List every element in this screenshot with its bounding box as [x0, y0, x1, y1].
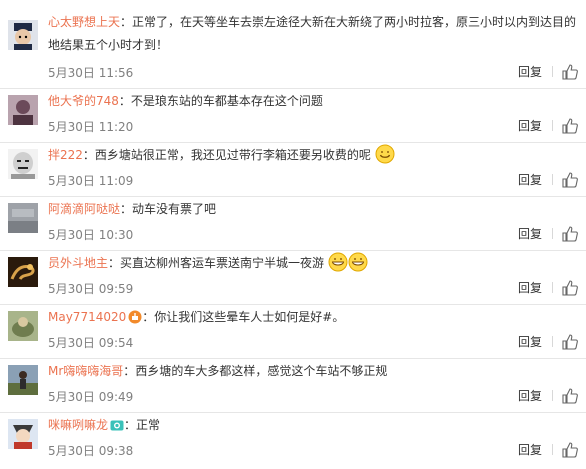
like-icon[interactable]	[562, 333, 578, 350]
comment-text: 你让我们这些晕车人士如何是好#。	[154, 310, 345, 324]
comment-item: 拌222：西乡塘站很正常，我还见过带行李箱还要另收费的呢 5月30日 11:09…	[0, 143, 586, 197]
reply-button[interactable]: 回复	[518, 63, 542, 80]
comment-time: 5月30日 10:30	[48, 228, 134, 242]
comment-item: 他大爷的748：不是琅东站的车都基本存在这个问题 5月30日 11:20 回复	[0, 89, 586, 143]
comment-text: 不是琅东站的车都基本存在这个问题	[130, 94, 323, 108]
comment-body: May7714020 ：你让我们这些晕车人士如何是好#。	[48, 310, 345, 324]
comment-text: 正常	[136, 418, 161, 432]
orange-badge-icon[interactable]	[128, 310, 142, 324]
username-link[interactable]: 他大爷的748	[48, 94, 119, 108]
reply-button[interactable]: 回复	[518, 279, 542, 296]
reply-button[interactable]: 回复	[518, 441, 542, 458]
username-link[interactable]: Mr嗨嗨嗨海哥	[48, 364, 123, 378]
comment-item: 员外斗地主：买直达柳州客运车票送南宁半城一夜游 5月30日 09:59 回复	[0, 251, 586, 305]
comment-item: 阿滴滴阿哒哒：动车没有票了吧 5月30日 10:30 回复	[0, 197, 586, 251]
comment-time: 5月30日 11:09	[48, 174, 134, 188]
like-icon[interactable]	[562, 279, 578, 296]
like-icon[interactable]	[562, 441, 578, 458]
comment-body: 员外斗地主：买直达柳州客运车票送南宁半城一夜游	[48, 252, 578, 275]
user-avatar[interactable]	[8, 365, 38, 395]
user-avatar[interactable]	[8, 419, 38, 449]
user-avatar[interactable]	[8, 257, 38, 287]
divider	[552, 336, 553, 347]
comment-actions: 回复	[518, 441, 578, 458]
divider	[552, 174, 553, 185]
comment-time: 5月30日 11:56	[48, 66, 134, 80]
username-link[interactable]: 阿滴滴阿哒哒	[48, 202, 120, 216]
comment-actions: 回复	[518, 63, 578, 80]
comment-body: 心太野想上天：正常了，在天等坐车去崇左途径大新在大新绕了两小时拉客，原三小时以内…	[48, 15, 577, 52]
username-link[interactable]: 咪嘛咧嘛龙	[48, 418, 108, 432]
divider	[552, 444, 553, 455]
like-icon[interactable]	[562, 63, 578, 80]
comment-body: 阿滴滴阿哒哒：动车没有票了吧	[48, 202, 217, 216]
grin-emoji-icon	[328, 252, 348, 272]
divider	[552, 282, 553, 293]
comment-time: 5月30日 09:38	[48, 444, 134, 458]
user-avatar[interactable]	[8, 149, 38, 179]
divider	[552, 390, 553, 401]
comment-time: 5月30日 11:20	[48, 120, 134, 134]
comment-text: 动车没有票了吧	[132, 202, 217, 216]
comment-item: Mr嗨嗨嗨海哥：西乡塘的车大多都这样，感觉这个车站不够正规 5月30日 09:4…	[0, 359, 586, 413]
comment-actions: 回复	[518, 387, 578, 404]
comment-actions: 回复	[518, 279, 578, 296]
comment-actions: 回复	[518, 117, 578, 134]
comment-item: 咪嘛咧嘛龙 ：正常 5月30日 09:38 回复	[0, 413, 586, 469]
user-avatar[interactable]	[8, 311, 38, 341]
comment-list: 心太野想上天：正常了，在天等坐车去崇左途径大新在大新绕了两小时拉客，原三小时以内…	[0, 0, 586, 469]
comment-time: 5月30日 09:59	[48, 282, 134, 296]
like-icon[interactable]	[562, 171, 578, 188]
like-icon[interactable]	[562, 117, 578, 134]
username-link[interactable]: 拌222	[48, 148, 83, 162]
divider	[552, 228, 553, 239]
comment-text: 买直达柳州客运车票送南宁半城一夜游	[120, 256, 325, 270]
comment-body: 他大爷的748：不是琅东站的车都基本存在这个问题	[48, 94, 323, 108]
like-icon[interactable]	[562, 225, 578, 242]
comment-item: May7714020 ：你让我们这些晕车人士如何是好#。 5月30日 09:54 …	[0, 305, 586, 359]
reply-button[interactable]: 回复	[518, 117, 542, 134]
comment-actions: 回复	[518, 333, 578, 350]
comment-actions: 回复	[518, 171, 578, 188]
comment-text: 西乡塘站很正常，我还见过带行李箱还要另收费的呢	[94, 148, 371, 162]
username-link[interactable]: 员外斗地主	[48, 256, 108, 270]
comment-body: Mr嗨嗨嗨海哥：西乡塘的车大多都这样，感觉这个车站不够正规	[48, 364, 388, 378]
comment-time: 5月30日 09:54	[48, 336, 134, 350]
reply-button[interactable]: 回复	[518, 333, 542, 350]
smile-emoji-icon	[375, 144, 395, 164]
user-avatar[interactable]	[8, 203, 38, 233]
user-avatar[interactable]	[8, 95, 38, 125]
grin-emoji-icon	[348, 252, 368, 272]
username-link[interactable]: 心太野想上天	[48, 15, 120, 29]
comment-body: 拌222：西乡塘站很正常，我还见过带行李箱还要另收费的呢	[48, 144, 578, 167]
user-avatar[interactable]	[8, 20, 38, 50]
comment-text: 西乡塘的车大多都这样，感觉这个车站不够正规	[135, 364, 388, 378]
reply-button[interactable]: 回复	[518, 171, 542, 188]
comment-body: 咪嘛咧嘛龙 ：正常	[48, 418, 161, 432]
divider	[552, 120, 553, 131]
comment-item: 心太野想上天：正常了，在天等坐车去崇左途径大新在大新绕了两小时拉客，原三小时以内…	[0, 0, 586, 89]
like-icon[interactable]	[562, 387, 578, 404]
reply-button[interactable]: 回复	[518, 387, 542, 404]
username-link[interactable]: May7714020	[48, 310, 126, 324]
camera-badge-icon[interactable]	[110, 418, 124, 432]
comment-time: 5月30日 09:49	[48, 390, 134, 404]
divider	[552, 66, 553, 77]
comment-actions: 回复	[518, 225, 578, 242]
reply-button[interactable]: 回复	[518, 225, 542, 242]
